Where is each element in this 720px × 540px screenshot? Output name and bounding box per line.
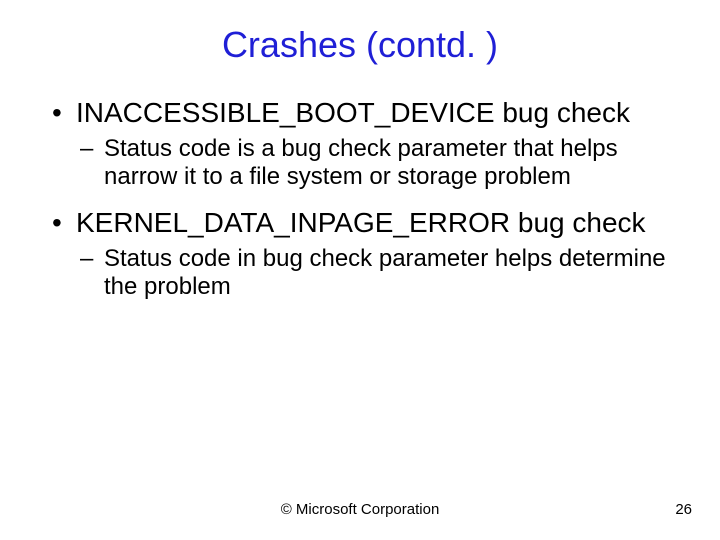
slide: Crashes (contd. ) INACCESSIBLE_BOOT_DEVI… [0, 0, 720, 540]
bullet-level1: KERNEL_DATA_INPAGE_ERROR bug check [48, 206, 672, 239]
slide-title: Crashes (contd. ) [0, 24, 720, 66]
bullet-level1: INACCESSIBLE_BOOT_DEVICE bug check [48, 96, 672, 129]
footer-copyright: © Microsoft Corporation [0, 501, 720, 518]
bullet-level2: Status code is a bug check parameter tha… [48, 135, 672, 192]
bullet-level2: Status code in bug check parameter helps… [48, 245, 672, 302]
slide-body: INACCESSIBLE_BOOT_DEVICE bug check Statu… [48, 96, 672, 315]
page-number: 26 [675, 501, 692, 518]
